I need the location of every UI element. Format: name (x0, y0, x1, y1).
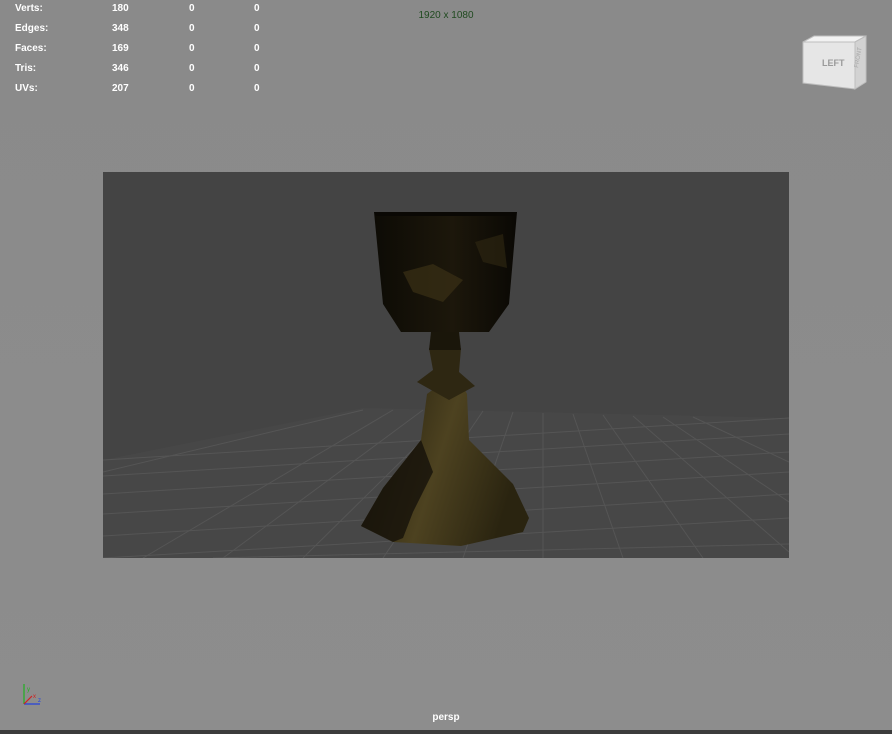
view-cube[interactable]: LEFT FRONT (800, 32, 868, 94)
hud-value: 169 (112, 43, 129, 54)
hud-label: UVs: (15, 83, 38, 94)
camera-name-label: persp (432, 712, 460, 723)
hud-value: 0 (254, 83, 260, 94)
perspective-viewport[interactable]: Verts: 180 0 0 Edges: 348 0 0 Faces: 169… (0, 0, 892, 730)
hud-value: 0 (189, 63, 195, 74)
hud-label: Edges: (15, 23, 49, 34)
axis-indicator-icon: y x z (18, 680, 46, 710)
hud-value: 0 (189, 23, 195, 34)
resolution-gate-label: 1920 x 1080 (418, 10, 474, 21)
hud-value: 0 (254, 23, 260, 34)
hud-value: 180 (112, 3, 129, 14)
hud-value: 0 (254, 63, 260, 74)
svg-text:y: y (27, 687, 30, 693)
view-cube-face-label: LEFT (822, 58, 845, 68)
hud-row-edges: Edges: 348 0 0 (0, 23, 280, 35)
render-resolution-gate (103, 172, 789, 558)
hud-value: 0 (189, 83, 195, 94)
hud-value: 346 (112, 63, 129, 74)
hud-label: Faces: (15, 43, 47, 54)
hud-value: 0 (254, 43, 260, 54)
hud-value: 0 (254, 3, 260, 14)
hud-value: 0 (189, 43, 195, 54)
hud-row-tris: Tris: 346 0 0 (0, 63, 280, 75)
hud-row-verts: Verts: 180 0 0 (0, 3, 280, 15)
viewport-bottom-border (0, 730, 892, 734)
hud-row-faces: Faces: 169 0 0 (0, 43, 280, 55)
hud-value: 0 (189, 3, 195, 14)
hud-value: 348 (112, 23, 129, 34)
hud-row-uvs: UVs: 207 0 0 (0, 83, 280, 95)
hud-label: Tris: (15, 63, 37, 74)
svg-text:z: z (38, 698, 41, 704)
hud-label: Verts: (15, 3, 43, 14)
chalice-model (361, 212, 529, 546)
hud-value: 207 (112, 83, 129, 94)
svg-text:x: x (33, 694, 36, 700)
